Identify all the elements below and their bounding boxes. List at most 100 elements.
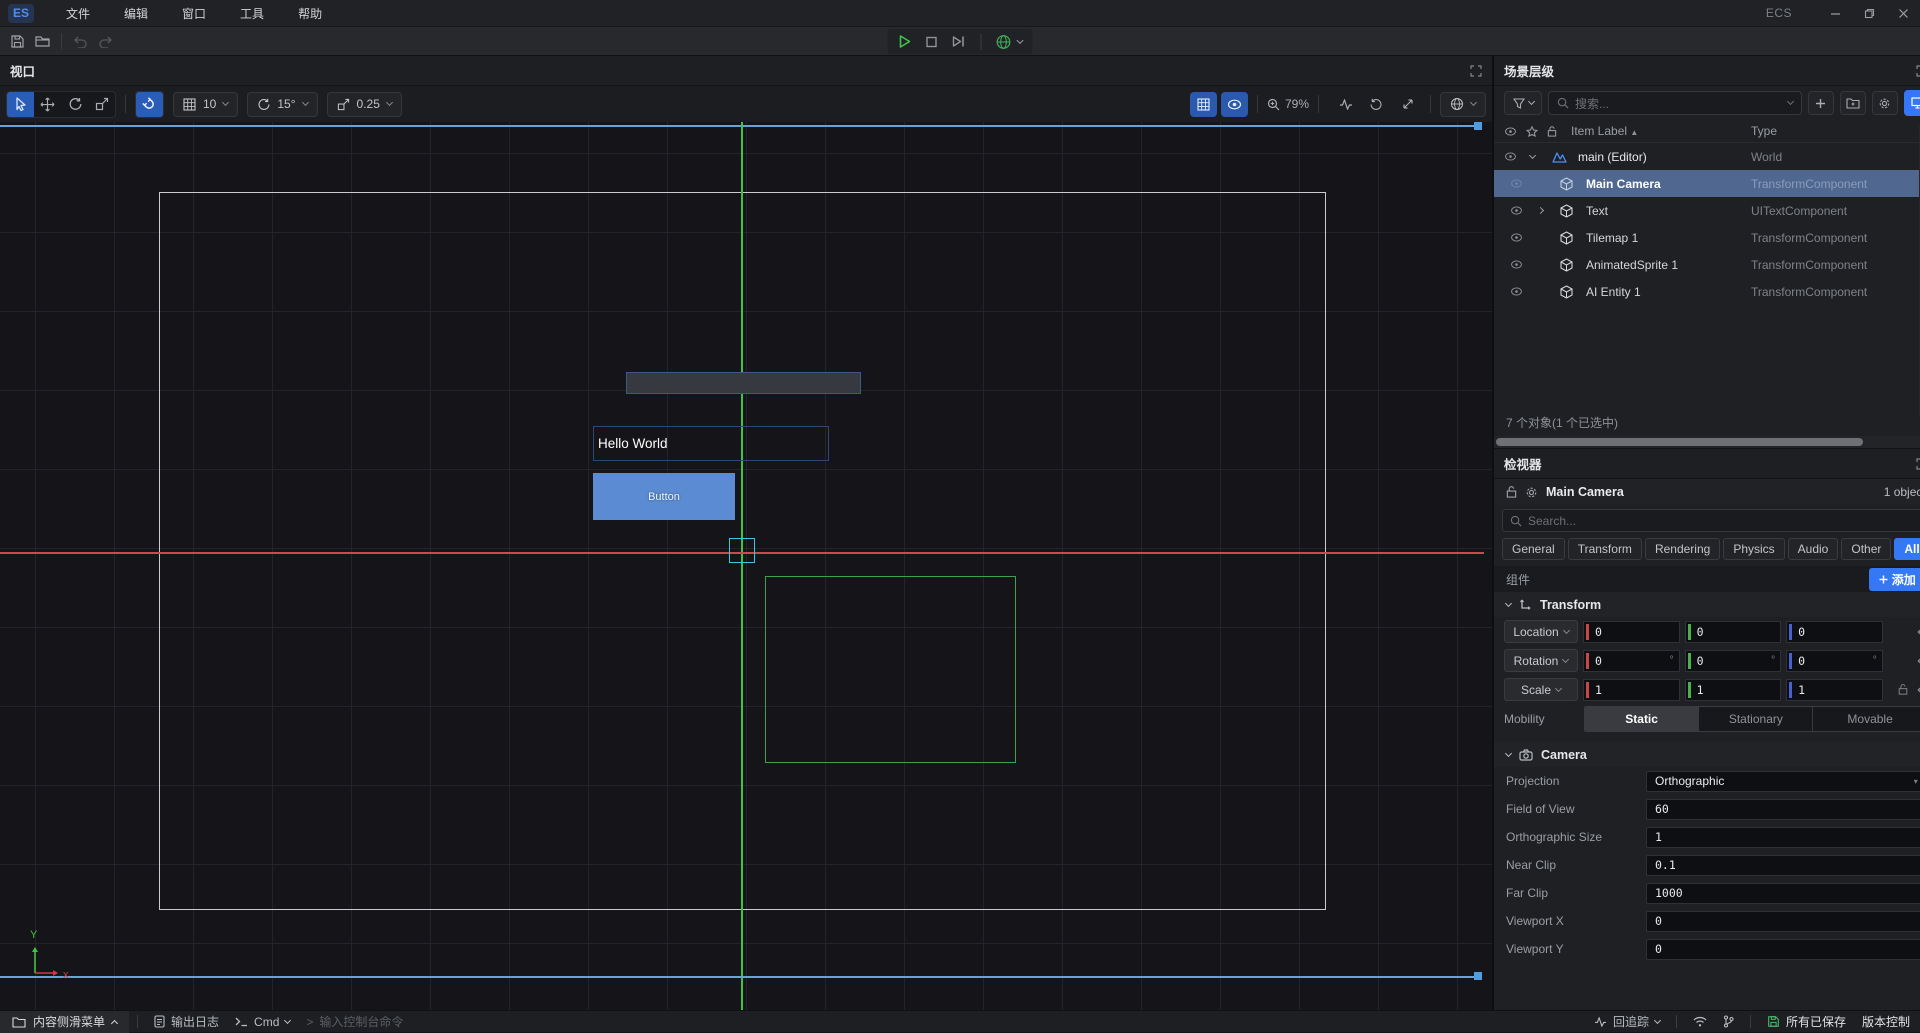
ui-text-element[interactable]: Hello World: [593, 426, 829, 461]
location-y-field[interactable]: 0: [1685, 621, 1782, 643]
save-icon[interactable]: [10, 34, 25, 49]
menu-help[interactable]: 帮助: [284, 1, 336, 26]
menu-window[interactable]: 窗口: [168, 1, 220, 26]
zoom-value[interactable]: 79%: [1285, 97, 1309, 111]
hierarchy-row-ai-entity[interactable]: AI Entity 1 TransformComponent: [1494, 278, 1920, 305]
fullscreen-button[interactable]: [1394, 92, 1421, 117]
hierarchy-horizontal-scrollbar[interactable]: [1494, 436, 1920, 448]
network-icon[interactable]: [1693, 1016, 1707, 1027]
eye-icon[interactable]: [1510, 206, 1523, 215]
hierarchy-row-main-camera[interactable]: Main Camera TransformComponent: [1494, 170, 1920, 197]
menu-file[interactable]: 文件: [52, 1, 104, 26]
camera-section-header[interactable]: Camera: [1494, 742, 1920, 767]
favorite-column-icon[interactable]: [1526, 126, 1538, 137]
lock-icon[interactable]: [1506, 486, 1517, 498]
location-z-field[interactable]: 0: [1786, 621, 1883, 643]
link-values-icon[interactable]: [1914, 657, 1920, 665]
field-of-view-input[interactable]: 60: [1646, 799, 1920, 820]
select-tool-button[interactable]: [7, 92, 34, 117]
world-mode-dropdown[interactable]: [996, 34, 1023, 50]
projection-dropdown[interactable]: Orthographic ▾: [1646, 771, 1920, 792]
branch-icon[interactable]: [1723, 1015, 1734, 1028]
ui-panel-bar[interactable]: [626, 372, 861, 394]
visibility-column-icon[interactable]: [1504, 127, 1517, 136]
rotate-tool-button[interactable]: [61, 92, 88, 117]
hierarchy-expand-icon[interactable]: [1916, 65, 1920, 77]
app-logo[interactable]: ES: [8, 4, 34, 23]
show-grid-button[interactable]: [1190, 92, 1217, 117]
viewport-x-input[interactable]: 0: [1646, 911, 1920, 932]
scale-snap-dropdown[interactable]: 0.25: [327, 92, 402, 117]
inspector-search-input[interactable]: Search...: [1502, 509, 1920, 532]
rotate-snap-dropdown[interactable]: 15°: [247, 92, 317, 117]
snap-magnet-button[interactable]: [136, 92, 163, 117]
selection-handle-bottom-right[interactable]: [1474, 972, 1482, 980]
inspector-expand-icon[interactable]: [1916, 458, 1920, 470]
play-button[interactable]: [898, 34, 912, 49]
transform-section-header[interactable]: Transform: [1494, 592, 1920, 617]
entity-bounds-rect[interactable]: [765, 576, 1016, 763]
mobility-movable-button[interactable]: Movable: [1813, 707, 1920, 731]
unlock-scale-icon[interactable]: [1898, 684, 1908, 695]
orthographic-size-input[interactable]: 1: [1646, 827, 1920, 848]
eye-icon[interactable]: [1510, 179, 1523, 188]
stats-button[interactable]: [1332, 92, 1359, 117]
eye-icon[interactable]: [1510, 260, 1523, 269]
scale-tool-button[interactable]: [88, 92, 115, 117]
redo-icon[interactable]: [98, 35, 114, 48]
near-clip-input[interactable]: 0.1: [1646, 855, 1920, 876]
open-folder-icon[interactable]: [35, 34, 51, 48]
column-type[interactable]: Type: [1751, 124, 1777, 138]
chevron-down-icon[interactable]: [1529, 151, 1536, 158]
hierarchy-row-text[interactable]: Text UITextComponent: [1494, 197, 1920, 224]
eye-icon[interactable]: [1510, 287, 1523, 296]
viewport-link-button[interactable]: [1904, 90, 1920, 116]
add-component-button[interactable]: 添加: [1869, 568, 1920, 591]
link-values-icon[interactable]: [1914, 628, 1920, 636]
location-dropdown[interactable]: Location: [1504, 620, 1578, 643]
tab-general[interactable]: General: [1502, 538, 1565, 560]
output-log-button[interactable]: 输出日志: [154, 1013, 219, 1030]
tab-audio[interactable]: Audio: [1788, 538, 1839, 560]
minimize-button[interactable]: [1818, 0, 1852, 26]
rotation-dropdown[interactable]: Rotation: [1504, 649, 1578, 672]
add-entity-button[interactable]: [1808, 91, 1834, 115]
ui-button-element[interactable]: Button: [593, 473, 735, 520]
tab-all[interactable]: All: [1894, 538, 1920, 560]
chevron-right-icon[interactable]: [1537, 207, 1544, 214]
cmd-dropdown[interactable]: Cmd: [235, 1015, 290, 1029]
content-drawer-button[interactable]: 内容侧滑菜单: [0, 1011, 129, 1033]
menu-edit[interactable]: 编辑: [110, 1, 162, 26]
rotation-y-field[interactable]: 0°: [1685, 650, 1782, 672]
selection-handle-top-right[interactable]: [1474, 122, 1482, 130]
console-command-input[interactable]: > 输入控制台命令: [306, 1013, 403, 1030]
viewport-y-input[interactable]: 0: [1646, 939, 1920, 960]
hierarchy-row-animatedsprite[interactable]: AnimatedSprite 1 TransformComponent: [1494, 251, 1920, 278]
tab-rendering[interactable]: Rendering: [1645, 538, 1720, 560]
tab-transform[interactable]: Transform: [1568, 538, 1642, 560]
menu-tools[interactable]: 工具: [226, 1, 278, 26]
camera-gizmo-selection[interactable]: [729, 538, 755, 563]
rotation-x-field[interactable]: 0°: [1583, 650, 1680, 672]
lock-column-icon[interactable]: [1547, 126, 1557, 137]
show-gizmos-button[interactable]: [1221, 92, 1248, 117]
hierarchy-settings-button[interactable]: [1872, 91, 1898, 115]
far-clip-input[interactable]: 1000: [1646, 883, 1920, 904]
link-values-icon[interactable]: [1914, 686, 1920, 694]
eye-icon[interactable]: [1504, 152, 1517, 161]
eye-icon[interactable]: [1510, 233, 1523, 242]
filter-dropdown[interactable]: [1504, 91, 1542, 115]
viewport-world-dropdown[interactable]: [1440, 92, 1486, 117]
add-folder-button[interactable]: [1840, 91, 1866, 115]
maximize-button[interactable]: [1852, 0, 1886, 26]
undo-icon[interactable]: [72, 35, 88, 48]
hierarchy-row-main[interactable]: main (Editor) World: [1494, 143, 1920, 170]
scale-z-field[interactable]: 1: [1786, 679, 1883, 701]
scene-canvas[interactable]: Hello World Button Y x: [0, 122, 1492, 1010]
rotation-z-field[interactable]: 0°: [1786, 650, 1883, 672]
tab-physics[interactable]: Physics: [1723, 538, 1784, 560]
close-button[interactable]: [1886, 0, 1920, 26]
trace-dropdown[interactable]: 回追踪: [1594, 1013, 1660, 1030]
version-control-button[interactable]: 版本控制: [1862, 1013, 1910, 1030]
scale-dropdown[interactable]: Scale: [1504, 678, 1578, 701]
